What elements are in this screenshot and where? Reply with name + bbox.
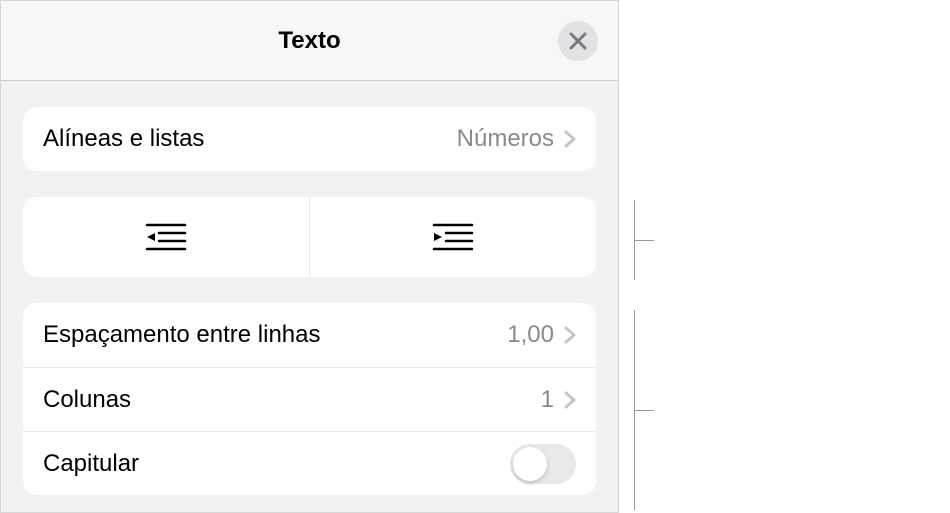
outdent-button[interactable] [23, 197, 309, 277]
bullets-lists-row[interactable]: Alíneas e listas Números [23, 107, 596, 171]
line-spacing-value: 1,00 [507, 321, 554, 349]
close-button[interactable] [558, 21, 598, 61]
callout-line [634, 240, 654, 241]
line-spacing-row[interactable]: Espaçamento entre linhas 1,00 [23, 303, 596, 367]
toggle-knob [513, 447, 547, 481]
indent-icon [432, 222, 474, 252]
dropcap-label: Capitular [43, 450, 510, 478]
bullets-group: Alíneas e listas Números [23, 107, 596, 171]
panel-header: Texto [1, 1, 618, 81]
panel-content: Alíneas e listas Números [1, 107, 618, 495]
callout-line [634, 410, 654, 411]
chevron-right-icon [564, 326, 576, 344]
line-spacing-label: Espaçamento entre linhas [43, 321, 507, 349]
columns-row[interactable]: Colunas 1 [23, 367, 596, 431]
dropcap-toggle[interactable] [510, 444, 576, 484]
outdent-icon [145, 222, 187, 252]
chevron-right-icon [564, 130, 576, 148]
panel-title: Texto [278, 27, 340, 55]
indent-group [23, 197, 596, 277]
chevron-right-icon [564, 391, 576, 409]
bullets-label: Alíneas e listas [43, 125, 457, 153]
bullets-value: Números [457, 125, 554, 153]
columns-label: Colunas [43, 386, 541, 414]
paragraph-group: Espaçamento entre linhas 1,00 Colunas 1 … [23, 303, 596, 495]
dropcap-row: Capitular [23, 431, 596, 495]
indent-button[interactable] [309, 197, 596, 277]
close-icon [569, 32, 587, 50]
columns-value: 1 [541, 386, 554, 414]
text-panel: Texto Alíneas e listas Números [0, 0, 619, 513]
